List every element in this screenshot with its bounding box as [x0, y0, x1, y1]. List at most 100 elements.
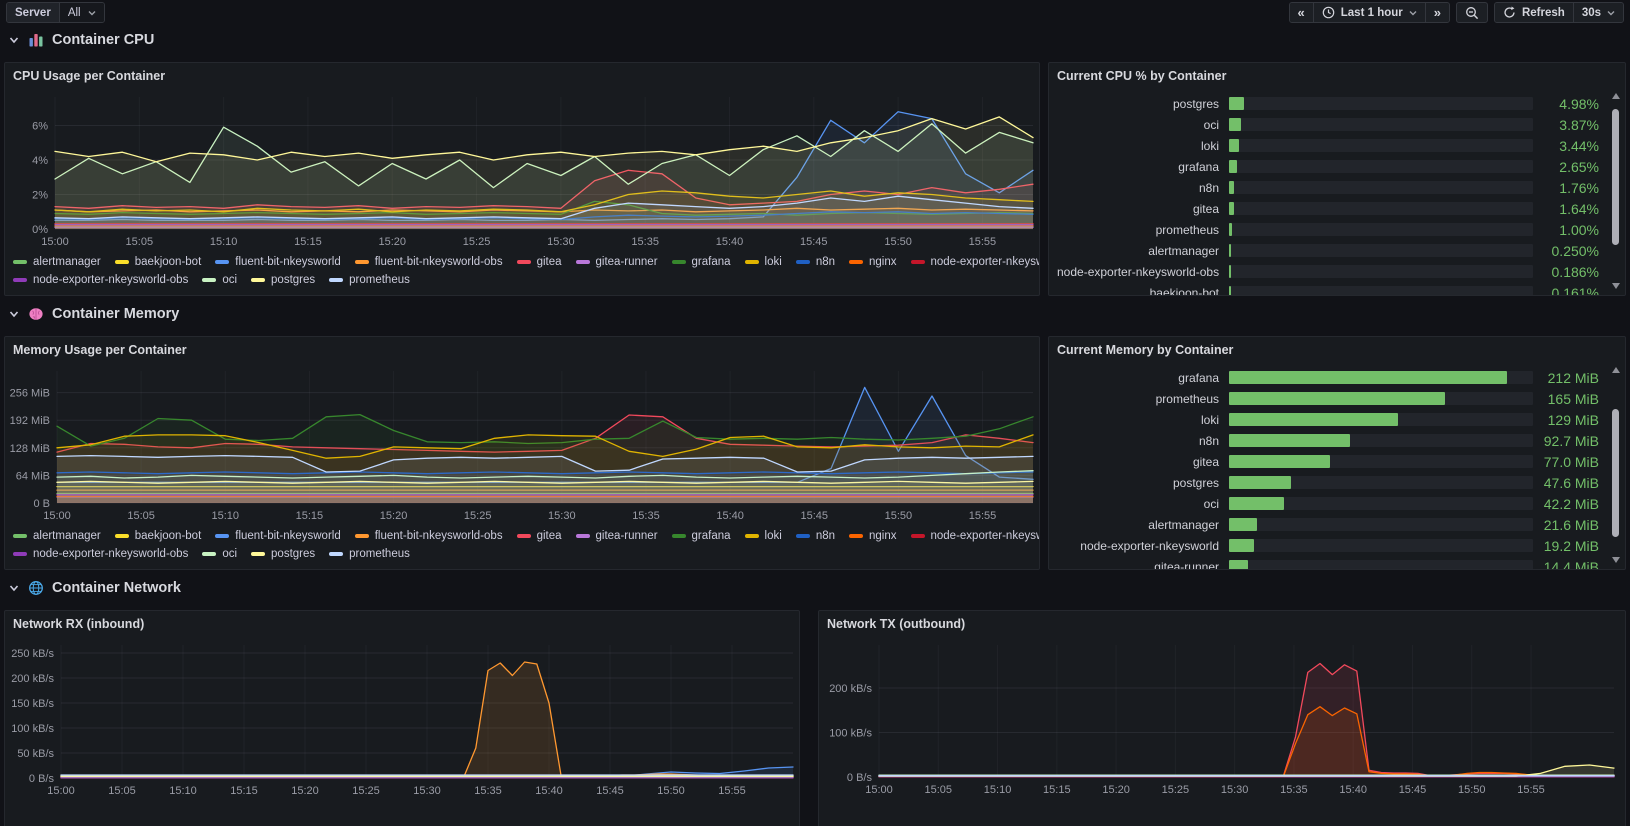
- svg-text:64 MiB: 64 MiB: [16, 470, 50, 482]
- gauge-row-label: gitea: [1057, 202, 1229, 216]
- svg-text:15:00: 15:00: [41, 236, 69, 248]
- legend-color-swatch: [672, 260, 686, 264]
- gauge-row: gitea1.64%: [1057, 198, 1599, 219]
- gauge-row-value: 0.186%: [1533, 264, 1599, 280]
- scroll-down-icon[interactable]: [1612, 283, 1620, 289]
- gauge-row: prometheus1.00%: [1057, 219, 1599, 240]
- legend-item-baekjoon-bot[interactable]: baekjoon-bot: [115, 256, 202, 268]
- chevron-down-icon: [8, 582, 20, 594]
- legend-item-grafana[interactable]: grafana: [672, 256, 731, 268]
- legend-item-node-exporter-nkeysworld-obs[interactable]: node-exporter-nkeysworld-obs: [13, 274, 188, 286]
- gauge-row-value: 92.7 MiB: [1533, 433, 1599, 449]
- panel-scrollbar[interactable]: [1611, 93, 1621, 289]
- zoom-out-button[interactable]: [1456, 2, 1488, 23]
- legend-label: node-exporter-nkeysworld: [931, 530, 1041, 542]
- scroll-up-icon[interactable]: [1612, 367, 1620, 373]
- gauge-bar-track: [1229, 265, 1533, 278]
- gauge-bar-track: [1229, 434, 1533, 447]
- legend-item-postgres[interactable]: postgres: [251, 548, 315, 560]
- time-shift-forward-button[interactable]: »: [1425, 3, 1449, 22]
- gauge-row-label: oci: [1057, 118, 1229, 132]
- svg-text:0 B/s: 0 B/s: [29, 773, 55, 785]
- legend-item-node-exporter-nkeysworld-obs[interactable]: node-exporter-nkeysworld-obs: [13, 548, 188, 560]
- legend-label: gitea: [537, 256, 562, 268]
- legend-item-alertmanager[interactable]: alertmanager: [13, 530, 101, 542]
- gauge-row-label: loki: [1057, 139, 1229, 153]
- refresh-interval-dropdown[interactable]: 30s: [1573, 3, 1623, 22]
- legend-item-oci[interactable]: oci: [202, 548, 237, 560]
- section-container-network[interactable]: Container Network: [8, 580, 181, 596]
- svg-text:15:15: 15:15: [296, 510, 324, 522]
- legend-item-loki[interactable]: loki: [745, 256, 782, 268]
- legend-item-nginx[interactable]: nginx: [849, 530, 897, 542]
- section-container-cpu[interactable]: Container CPU: [8, 32, 154, 48]
- time-range-picker-button[interactable]: Last 1 hour: [1313, 3, 1425, 22]
- svg-text:250 kB/s: 250 kB/s: [11, 648, 54, 660]
- legend-item-nginx[interactable]: nginx: [849, 256, 897, 268]
- gauge-row: node-exporter-nkeysworld-obs0.186%: [1057, 261, 1599, 282]
- legend-item-baekjoon-bot[interactable]: baekjoon-bot: [115, 530, 202, 542]
- gauge-row-label: gitea: [1057, 455, 1229, 469]
- svg-text:15:20: 15:20: [291, 785, 319, 797]
- gauge-bar-track: [1229, 476, 1533, 489]
- legend-item-gitea-runner[interactable]: gitea-runner: [576, 530, 658, 542]
- legend-label: node-exporter-nkeysworld-obs: [33, 548, 188, 560]
- legend-item-gitea[interactable]: gitea: [517, 256, 562, 268]
- memory-usage-chart[interactable]: 0 B64 MiB128 MiB192 MiB256 MiB15:0015:05…: [5, 365, 1040, 527]
- scrollbar-thumb[interactable]: [1612, 109, 1619, 245]
- legend-color-swatch: [215, 534, 229, 538]
- legend-item-n8n[interactable]: n8n: [796, 530, 835, 542]
- scrollbar-thumb[interactable]: [1612, 409, 1619, 537]
- legend-item-fluent-bit-nkeysworld-obs[interactable]: fluent-bit-nkeysworld-obs: [355, 256, 503, 268]
- legend-item-prometheus[interactable]: prometheus: [329, 548, 410, 560]
- svg-text:15:55: 15:55: [969, 510, 997, 522]
- gauge-row-label: grafana: [1057, 371, 1229, 385]
- gauge-row: postgres47.6 MiB: [1057, 472, 1599, 493]
- cpu-usage-chart[interactable]: 0%2%4%6%15:0015:0515:1015:1515:2015:2515…: [5, 91, 1040, 253]
- svg-text:100 kB/s: 100 kB/s: [11, 723, 54, 735]
- panel-scrollbar[interactable]: [1611, 367, 1621, 563]
- legend-item-fluent-bit-nkeysworld-obs[interactable]: fluent-bit-nkeysworld-obs: [355, 530, 503, 542]
- legend-item-grafana[interactable]: grafana: [672, 530, 731, 542]
- chevron-down-icon: [8, 308, 20, 320]
- legend-color-swatch: [911, 260, 925, 264]
- server-variable-dropdown[interactable]: All: [60, 3, 104, 22]
- legend-item-node-exporter-nkeysworld[interactable]: node-exporter-nkeysworld: [911, 256, 1041, 268]
- scroll-down-icon[interactable]: [1612, 557, 1620, 563]
- svg-text:15:40: 15:40: [716, 510, 744, 522]
- svg-text:15:50: 15:50: [885, 510, 913, 522]
- svg-text:15:25: 15:25: [352, 785, 380, 797]
- gauge-bar-fill: [1229, 265, 1231, 278]
- legend-label: fluent-bit-nkeysworld-obs: [375, 530, 503, 542]
- legend-item-loki[interactable]: loki: [745, 530, 782, 542]
- time-shift-back-button[interactable]: «: [1290, 3, 1313, 22]
- gauge-row-label: gitea-runner: [1057, 560, 1229, 571]
- network-rx-chart[interactable]: 0 B/s50 kB/s100 kB/s150 kB/s200 kB/s250 …: [5, 639, 800, 805]
- legend-item-fluent-bit-nkeysworld[interactable]: fluent-bit-nkeysworld: [215, 530, 340, 542]
- legend-item-n8n[interactable]: n8n: [796, 256, 835, 268]
- gauge-bar-fill: [1229, 518, 1257, 531]
- legend-color-swatch: [576, 260, 590, 264]
- legend-label: oci: [222, 274, 237, 286]
- gauge-row-value: 1.76%: [1533, 180, 1599, 196]
- legend-item-oci[interactable]: oci: [202, 274, 237, 286]
- scroll-up-icon[interactable]: [1612, 93, 1620, 99]
- svg-text:15:40: 15:40: [535, 785, 563, 797]
- legend-item-gitea-runner[interactable]: gitea-runner: [576, 256, 658, 268]
- server-variable-label: Server: [7, 3, 60, 22]
- refresh-icon: [1503, 6, 1516, 19]
- refresh-button[interactable]: Refresh: [1495, 3, 1573, 22]
- svg-text:15:05: 15:05: [126, 236, 154, 248]
- legend-item-postgres[interactable]: postgres: [251, 274, 315, 286]
- gauge-bar-fill: [1229, 97, 1244, 110]
- legend-item-node-exporter-nkeysworld[interactable]: node-exporter-nkeysworld: [911, 530, 1041, 542]
- legend-item-prometheus[interactable]: prometheus: [329, 274, 410, 286]
- network-tx-chart[interactable]: 0 B/s100 kB/s200 kB/s15:0015:0515:1015:1…: [819, 639, 1626, 805]
- legend-item-gitea[interactable]: gitea: [517, 530, 562, 542]
- legend-item-alertmanager[interactable]: alertmanager: [13, 256, 101, 268]
- svg-text:15:10: 15:10: [212, 510, 240, 522]
- gauge-bar-fill: [1229, 160, 1237, 173]
- legend-item-fluent-bit-nkeysworld[interactable]: fluent-bit-nkeysworld: [215, 256, 340, 268]
- svg-text:15:45: 15:45: [800, 236, 828, 248]
- section-container-memory[interactable]: Container Memory: [8, 306, 179, 322]
